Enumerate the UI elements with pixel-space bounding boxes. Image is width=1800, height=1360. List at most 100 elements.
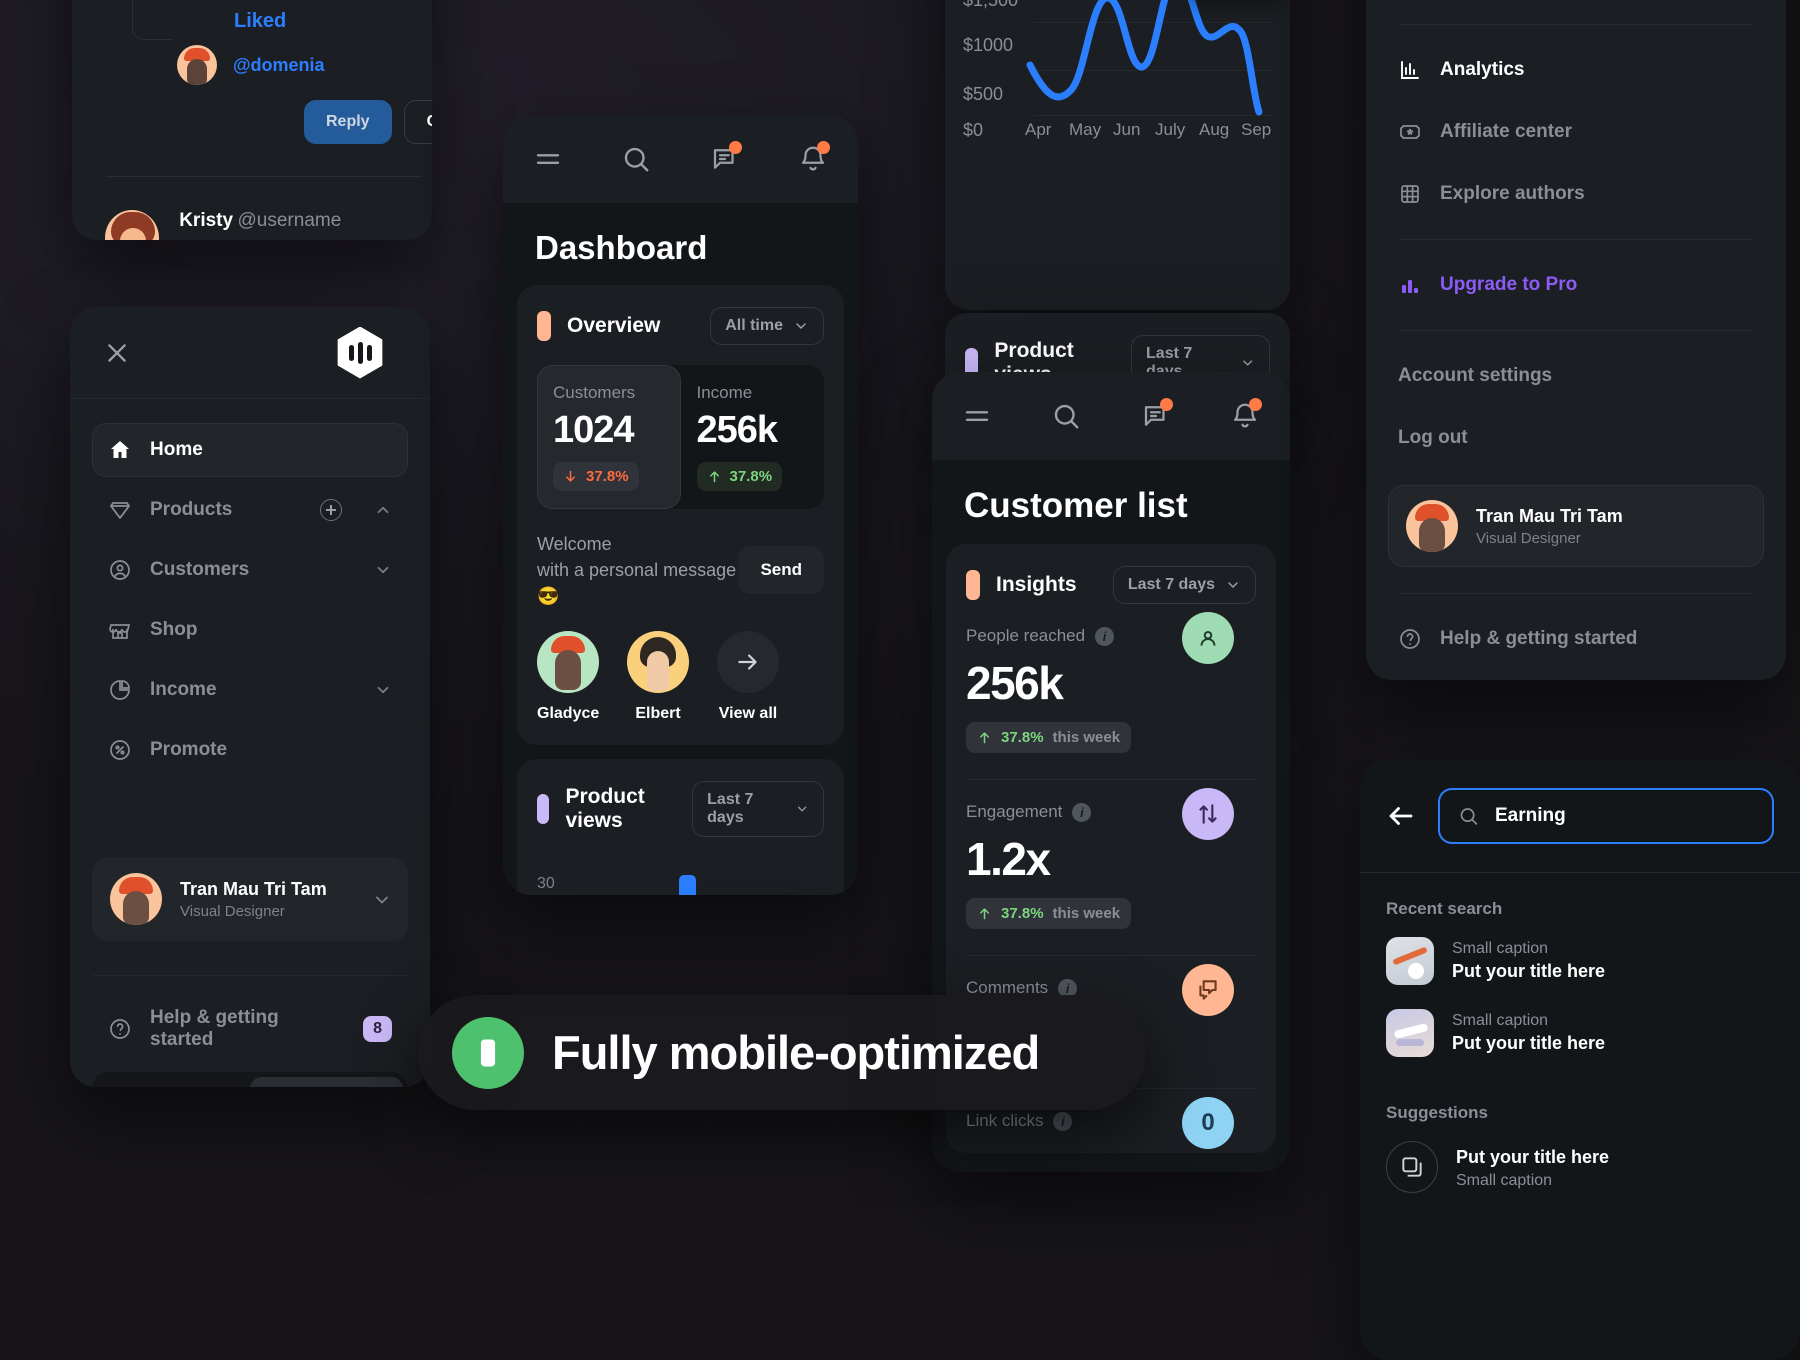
grid-icon [1398, 182, 1422, 206]
user-role: Visual Designer [180, 902, 285, 920]
cancel-button[interactable]: Cancel [403, 100, 432, 144]
item-label: Account settings [1398, 365, 1553, 386]
user-name: Tran Mau Tri Tam [180, 878, 327, 899]
sidebar-item-label: Income [150, 679, 217, 700]
sidebar-item-label: Customers [150, 559, 250, 580]
bell-icon[interactable] [1230, 398, 1262, 431]
view-all-people[interactable]: View all [717, 631, 779, 723]
chevron-down-icon[interactable] [374, 681, 392, 699]
unread-dot [1159, 398, 1173, 411]
divider [1398, 330, 1754, 331]
avatar [1406, 500, 1458, 552]
arrow-up-icon [980, 732, 989, 744]
theme-toggle[interactable]: Light Dark [92, 1072, 408, 1087]
add-product-button[interactable] [320, 499, 342, 521]
sidebar-item-customers[interactable]: Customers [92, 543, 408, 597]
logo-icon[interactable] [337, 326, 383, 379]
account-item-analytics[interactable]: Analytics [1366, 39, 1786, 101]
comment-notification[interactable]: Kristy @username Comment on Smiles – 3D … [105, 210, 432, 240]
chevron-up-icon[interactable] [374, 501, 392, 519]
product-views-range-value: Last 7 days [707, 791, 754, 827]
sidebar-item-home[interactable]: Home [92, 423, 408, 477]
reply-button[interactable]: Reply [304, 100, 392, 144]
account-help-item[interactable]: Help & getting started [1366, 608, 1786, 670]
item-label: Affiliate center [1440, 121, 1572, 142]
insights-range-select[interactable]: Last 7 days [1112, 566, 1256, 604]
promote-icon [108, 738, 132, 762]
back-arrow-icon[interactable] [1386, 801, 1416, 831]
sidebar-item-products[interactable]: Products [92, 483, 408, 537]
search-box[interactable] [1438, 788, 1774, 844]
search-icon[interactable] [621, 144, 651, 174]
x-tick: May [1069, 120, 1102, 139]
list-item[interactable]: Small caption Put your title here [1360, 997, 1800, 1069]
divider [92, 975, 408, 976]
comment-prefix: Comment on [179, 238, 282, 240]
user-name: Tran Mau Tri Tam [1476, 505, 1623, 526]
account-item-upgrade-to-pro[interactable]: Upgrade to Pro [1366, 254, 1786, 316]
menu-icon[interactable] [962, 401, 992, 431]
item-label: Explore authors [1440, 183, 1585, 204]
account-item-account-settings[interactable]: Account settings [1366, 345, 1786, 407]
sidebar-item-promote[interactable]: Promote [92, 723, 408, 777]
product-views-range-select[interactable]: Last 7 days [692, 781, 824, 838]
info-icon[interactable]: i [1053, 1111, 1073, 1131]
insights-header: Insights Last 7 days [966, 566, 1256, 604]
x-tick: Aug [1199, 120, 1230, 139]
list-item[interactable]: Put your title here Small caption [1360, 1129, 1800, 1205]
help-getting-started-item[interactable]: Help & getting started 8 [92, 1007, 408, 1051]
item-caption: Small caption [1456, 1172, 1553, 1189]
messages-icon[interactable] [1141, 398, 1173, 431]
earnings-chart: $1,500 $1000 $500 $0 Earning 1,485.00 Ap… [945, 0, 1290, 310]
stat-income[interactable]: Income 256k 37.8% [681, 365, 825, 509]
info-icon[interactable]: i [1072, 802, 1092, 822]
chevron-down-icon [796, 323, 806, 329]
bell-icon[interactable] [798, 141, 830, 174]
arrow-up-icon [980, 908, 989, 920]
menu-icon[interactable] [533, 144, 563, 174]
send-button[interactable]: Send [738, 546, 824, 595]
person-name: Elbert [635, 705, 681, 723]
insight-label: People reached [966, 626, 1086, 645]
item-title: Put your title here [1456, 1147, 1610, 1167]
theme-light-option[interactable]: Light [97, 1077, 250, 1087]
info-icon[interactable]: i [1095, 626, 1115, 646]
search-panel: Recent search Small caption Put your tit… [1360, 760, 1800, 1360]
theme-dark-option[interactable]: Dark [250, 1077, 403, 1087]
account-item-edit-profile[interactable]: Edit profile [1366, 0, 1786, 10]
search-input[interactable] [1495, 805, 1754, 827]
mobile-optimized-banner: Fully mobile-optimized [418, 995, 1146, 1110]
overview-header: Overview All time [537, 307, 824, 345]
transfer-icon [1182, 788, 1234, 840]
product-views-title: Product views [565, 785, 645, 833]
sidebar-item-income[interactable]: Income [92, 663, 408, 717]
account-item-affiliate-center[interactable]: Affiliate center [1366, 101, 1786, 163]
stat-customers[interactable]: Customers 1024 37.8% [537, 365, 681, 509]
account-user-card[interactable]: Tran Mau Tri Tam Visual Designer [1388, 485, 1764, 567]
sidebar-item-shop[interactable]: Shop [92, 603, 408, 657]
chevron-down-icon[interactable] [374, 561, 392, 579]
messages-icon[interactable] [710, 141, 742, 174]
chevron-down-icon[interactable] [372, 890, 390, 908]
stat-change: 37.8% [696, 462, 783, 491]
mention-handle[interactable]: @domenia [233, 55, 325, 76]
overview-range-select[interactable]: All time [710, 307, 824, 345]
user-role: Visual Designer [1476, 529, 1581, 547]
product-views-header: Product views Last 7 days [537, 781, 824, 838]
avatar [627, 631, 689, 694]
overview-range-value: All time [725, 317, 783, 334]
account-item-log-out[interactable]: Log out [1366, 407, 1786, 469]
person-gladyce[interactable]: Gladyce [537, 631, 599, 723]
view-all-label: View all [718, 705, 778, 723]
sidebar-user-card[interactable]: Tran Mau Tri Tam Visual Designer [92, 857, 408, 941]
sidebar-header [70, 307, 430, 399]
insight-engagement: Engagement i 1.2x 37.8% this week [966, 780, 1256, 929]
close-icon[interactable] [104, 340, 130, 366]
stat-value: 256k [696, 409, 779, 451]
search-icon[interactable] [1051, 401, 1081, 431]
list-item[interactable]: Small caption Put your title here [1360, 925, 1800, 997]
person-elbert[interactable]: Elbert [627, 631, 689, 723]
comment-author: Kristy [179, 210, 234, 231]
account-item-explore-authors[interactable]: Explore authors [1366, 163, 1786, 225]
storefront-icon [108, 618, 132, 642]
